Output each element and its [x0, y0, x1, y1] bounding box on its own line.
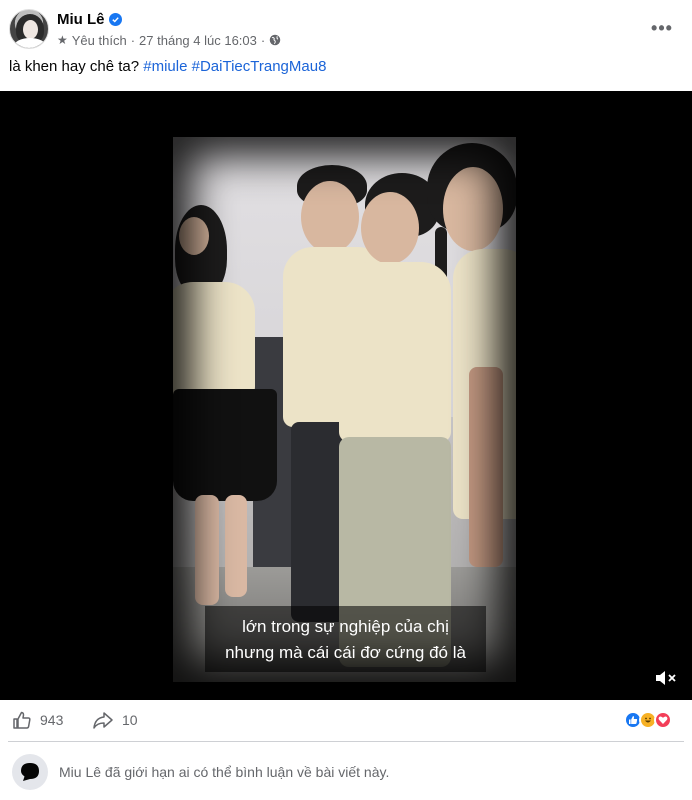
- mute-toggle-button[interactable]: [652, 667, 680, 689]
- comment-restriction-text: Miu Lê đã giới hạn ai có thể bình luận v…: [59, 764, 390, 780]
- share-button[interactable]: 10: [92, 710, 138, 730]
- caption-text: là khen hay chê ta?: [9, 58, 140, 75]
- meta-separator-2: ·: [260, 32, 266, 48]
- author-avatar[interactable]: [9, 9, 49, 49]
- comment-avatar: [12, 754, 48, 790]
- facebook-post: Miu Lê ★ Yêu thích · 27 tháng 4 lúc 16:0…: [0, 0, 692, 800]
- meta-separator: ·: [130, 32, 136, 48]
- globe-icon: [269, 34, 281, 46]
- author-name[interactable]: Miu Lê: [57, 11, 105, 28]
- more-options-button[interactable]: •••: [646, 14, 678, 42]
- more-horizontal-icon: •••: [651, 17, 673, 38]
- hashtag-miule[interactable]: #miule: [143, 58, 187, 75]
- subtitle-line-2: nhưng mà cái cái đơ cứng đó là: [225, 643, 466, 662]
- hashtag-daitiectrangmau8[interactable]: #DaiTiecTrangMau8: [192, 58, 327, 75]
- author-name-row: Miu Lê: [57, 9, 122, 29]
- post-timestamp[interactable]: 27 tháng 4 lúc 16:03: [139, 33, 257, 48]
- shares-count: 10: [122, 712, 138, 728]
- volume-muted-icon: [656, 671, 676, 685]
- verified-badge-icon: [108, 12, 122, 26]
- star-icon: ★: [57, 33, 68, 47]
- likes-count: 943: [40, 712, 64, 728]
- comment-restriction-row: Miu Lê đã giới hạn ai có thể bình luận v…: [0, 742, 692, 800]
- video-frame: [173, 137, 516, 682]
- love-reaction-icon: [654, 711, 672, 729]
- like-button[interactable]: 943: [12, 710, 63, 730]
- video-subtitles: lớn trong sự nghiệp của chị nhưng mà cái…: [205, 606, 486, 672]
- thumbs-up-icon: [13, 711, 31, 729]
- speech-bubble-icon: [21, 763, 39, 781]
- subtitle-line-1: lớn trong sự nghiệp của chị: [242, 617, 449, 636]
- share-arrow-icon: [93, 712, 113, 729]
- post-meta: ★ Yêu thích · 27 tháng 4 lúc 16:03 ·: [57, 31, 281, 49]
- post-header: Miu Lê ★ Yêu thích · 27 tháng 4 lúc 16:0…: [0, 0, 692, 56]
- audience-label[interactable]: Yêu thích: [72, 33, 127, 48]
- post-caption: là khen hay chê ta? #miule #DaiTiecTrang…: [9, 58, 326, 75]
- post-actions: 943 10: [0, 700, 692, 740]
- reaction-summary[interactable]: [624, 711, 672, 729]
